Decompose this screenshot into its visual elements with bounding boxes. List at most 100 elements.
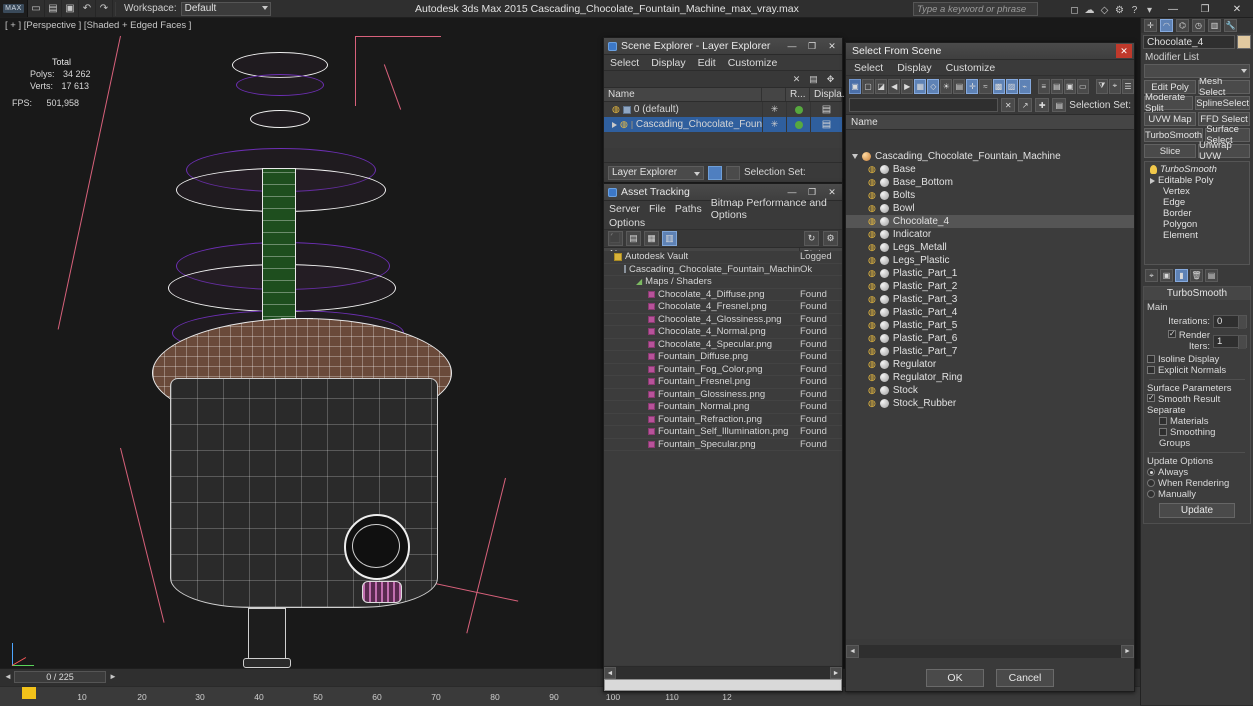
scene-object-row[interactable]: ◍ Base_Bottom [846, 176, 1134, 189]
delete-icon[interactable]: ✕ [790, 73, 803, 86]
spline-select-button[interactable]: SplineSelect [1195, 96, 1250, 110]
spinner-arrows-icon[interactable] [1238, 335, 1246, 349]
find-input[interactable] [849, 98, 999, 112]
save-file-icon[interactable]: ▣ [62, 0, 79, 17]
scene-object-row[interactable]: ◍ Plastic_Part_2 [846, 280, 1134, 293]
scene-object-row[interactable]: ◍ Plastic_Part_6 [846, 332, 1134, 345]
moderate-split-button[interactable]: Moderate Split [1144, 92, 1194, 114]
update-always-row[interactable]: Always [1147, 467, 1247, 478]
update-when-rendering-radio[interactable] [1147, 479, 1155, 487]
select-none-icon[interactable]: ▢ [862, 78, 875, 94]
expand-arrow-icon[interactable] [1150, 177, 1155, 184]
explorer-mode-select[interactable]: Layer Explorer [608, 165, 704, 180]
menu-customize[interactable]: Customize [946, 62, 996, 74]
scene-object-row[interactable]: ◍ Base [846, 163, 1134, 176]
lightbulb-icon[interactable]: ◍ [868, 242, 876, 253]
menu-server[interactable]: Server [609, 203, 640, 215]
menu-display[interactable]: Display [897, 62, 931, 74]
chevron-down-icon[interactable]: ▾ [1142, 2, 1157, 19]
scroll-left-icon[interactable]: ◄ [846, 645, 859, 658]
lightbulb-icon[interactable]: ◍ [620, 119, 628, 130]
modifier-stack-item[interactable]: Editable Poly [1147, 175, 1247, 186]
menu-paths[interactable]: Paths [675, 203, 702, 215]
lightbulb-icon[interactable]: ◍ [868, 385, 876, 396]
render-cell[interactable] [786, 117, 810, 132]
lightbulb-icon[interactable]: ◍ [868, 398, 876, 409]
separate-smoothing-groups-row[interactable]: Smoothing Groups [1147, 427, 1247, 449]
scene-object-row[interactable]: ◍ Plastic_Part_5 [846, 319, 1134, 332]
expand-all-icon[interactable]: ▣ [1063, 78, 1076, 94]
scene-object-row-selected[interactable]: ◍ Chocolate_4 [846, 215, 1134, 228]
pick-set-icon[interactable] [726, 165, 740, 180]
smooth-result-checkbox[interactable] [1147, 394, 1155, 402]
column-render[interactable]: R... [786, 88, 810, 101]
prev-frame-icon[interactable]: ◄ [3, 672, 13, 682]
slice-button[interactable]: Slice [1144, 144, 1196, 158]
menu-edit[interactable]: Edit [698, 57, 716, 69]
next-frame-icon[interactable]: ► [108, 672, 118, 682]
expand-arrow-icon[interactable] [612, 121, 617, 128]
asset-row[interactable]: Chocolate_4_Fresnel.png Found [604, 301, 842, 314]
select-influences-icon[interactable]: ▶ [901, 78, 914, 94]
update-manually-row[interactable]: Manually [1147, 489, 1247, 500]
update-manually-radio[interactable] [1147, 490, 1155, 498]
scroll-right-icon[interactable]: ► [830, 667, 842, 679]
menu-file[interactable]: File [649, 203, 666, 215]
lightbulb-icon[interactable]: ◍ [868, 255, 876, 266]
visible-cell[interactable]: ✳ [762, 117, 786, 132]
column-display[interactable]: Displa... [810, 88, 850, 101]
display-xrefs-icon[interactable]: ▨ [1005, 78, 1018, 94]
asset-row[interactable]: Fountain_Fresnel.png Found [604, 376, 842, 389]
display-spacewarps-icon[interactable]: ≈ [979, 78, 992, 94]
scene-object-row[interactable]: ◍ Bolts [846, 189, 1134, 202]
menu-select[interactable]: Select [610, 57, 639, 69]
asset-row[interactable]: Fountain_Diffuse.png Found [604, 351, 842, 364]
render-cell[interactable] [786, 102, 810, 117]
filter-icon[interactable]: ⧩ [1095, 78, 1108, 94]
minimize-button[interactable]: — [782, 38, 802, 54]
settings-icon[interactable]: ⚙ [823, 231, 838, 246]
isoline-display-checkbox[interactable] [1147, 355, 1155, 363]
menu-bitmap-performance[interactable]: Bitmap Performance and Options [711, 197, 837, 221]
display-helpers-icon[interactable]: ✛ [966, 78, 979, 94]
pin-stack-icon[interactable]: ⌖ [1145, 269, 1158, 282]
frame-field[interactable]: 0 / 225 [14, 671, 106, 683]
scene-object-row[interactable]: ◍ Stock [846, 384, 1134, 397]
cancel-button[interactable]: Cancel [996, 669, 1054, 687]
column-visible[interactable] [762, 88, 786, 101]
scene-object-row[interactable]: ◍ Indicator [846, 228, 1134, 241]
new-layer-icon[interactable]: ▤ [807, 73, 820, 86]
asset-row[interactable]: Fountain_Refraction.png Found [604, 414, 842, 426]
unwrap-uvw-button[interactable]: Unwrap UVW [1198, 140, 1250, 162]
filter-toggle-icon[interactable] [708, 165, 722, 180]
separate-materials-checkbox[interactable] [1159, 417, 1167, 425]
uvw-map-button[interactable]: UVW Map [1144, 112, 1196, 126]
display-shapes-icon[interactable]: ◇ [927, 78, 940, 94]
asset-row[interactable]: Cascading_Chocolate_Fountain_Machine_max… [604, 264, 842, 276]
scroll-right-icon[interactable]: ► [1121, 645, 1134, 658]
scroll-track[interactable] [859, 645, 1121, 658]
display-bones-icon[interactable]: ⌁ [1018, 78, 1031, 94]
display-lights-icon[interactable]: ☀ [940, 78, 953, 94]
remove-modifier-icon[interactable]: 🗑 [1190, 269, 1203, 282]
update-always-radio[interactable] [1147, 468, 1155, 476]
restore-button[interactable]: ❐ [1189, 0, 1221, 18]
lightbulb-icon[interactable]: ◍ [868, 372, 876, 383]
lightbulb-icon[interactable]: ◍ [868, 307, 876, 318]
display-groups-icon[interactable]: ▩ [992, 78, 1005, 94]
turbosmooth-button[interactable]: TurboSmooth [1144, 128, 1204, 142]
asset-row[interactable]: Fountain_Glossiness.png Found [604, 389, 842, 401]
pin-icon[interactable]: ⌖ [1108, 78, 1121, 94]
explicit-normals-checkbox[interactable] [1147, 366, 1155, 374]
workspace-select[interactable]: Default [180, 1, 271, 16]
scene-object-row[interactable]: ◍ Plastic_Part_7 [846, 345, 1134, 358]
asset-row[interactable]: Autodesk Vault Logged [604, 251, 842, 264]
scene-object-row[interactable]: ◍ Legs_Metall [846, 241, 1134, 254]
asset-tracking-window[interactable]: Asset Tracking — ❐ ✕ Server File Paths B… [603, 183, 843, 692]
menu-select[interactable]: Select [854, 62, 883, 74]
tab-modify[interactable]: ◠ [1160, 19, 1173, 32]
modifier-stack-subitem[interactable]: Border [1147, 208, 1247, 219]
minimize-button[interactable]: — [1157, 0, 1189, 18]
layer-row[interactable]: ◍ 0 (default) ✳ ▤ [604, 102, 842, 117]
asset-row[interactable]: Chocolate_4_Specular.png Found [604, 339, 842, 351]
